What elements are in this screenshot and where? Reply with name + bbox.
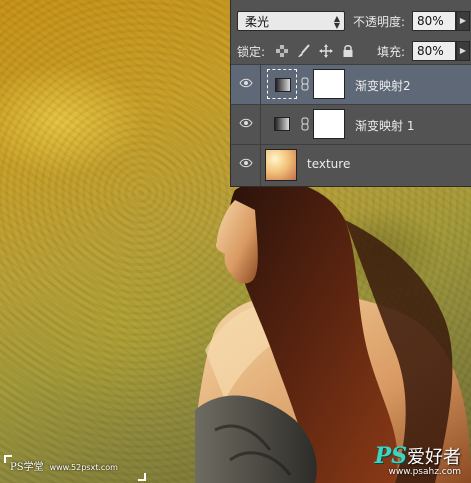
updown-arrow-icon: ▲ ▼ bbox=[333, 14, 340, 30]
gradient-icon bbox=[275, 78, 291, 92]
layer-row-gradient-map-2[interactable]: 渐变映射2 bbox=[231, 64, 471, 104]
eye-icon bbox=[239, 78, 253, 88]
watermark-left: PS学堂 www.52psxt.com bbox=[10, 458, 118, 473]
layer-name[interactable]: 渐变映射 1 bbox=[355, 117, 414, 134]
visibility-toggle[interactable] bbox=[231, 65, 261, 104]
opacity-dropdown-icon[interactable]: ▶ bbox=[456, 11, 470, 31]
opacity-label: 不透明度: bbox=[353, 15, 406, 29]
watermark-logo: PS bbox=[374, 443, 407, 469]
layer-mask-thumbnail[interactable] bbox=[313, 109, 345, 139]
lock-row: 锁定: 填充: 80% ▶ bbox=[231, 40, 471, 64]
gradient-icon bbox=[274, 117, 290, 131]
mask-link-chain-icon[interactable] bbox=[301, 77, 309, 91]
eye-icon bbox=[239, 158, 253, 168]
watermark-name: 爱好者 bbox=[407, 447, 461, 468]
visibility-toggle[interactable] bbox=[231, 145, 261, 186]
blend-row: 柔光 ▲ ▼ 不透明度: 80% ▶ bbox=[231, 0, 471, 40]
lock-label: 锁定: bbox=[237, 45, 266, 59]
layer-name[interactable]: 渐变映射2 bbox=[355, 77, 411, 94]
lock-transparent-pixels-icon[interactable] bbox=[275, 44, 289, 58]
texture-layer-thumbnail[interactable] bbox=[265, 149, 297, 181]
watermark-right: PS爱好者 www.psahz.com bbox=[375, 443, 461, 477]
opacity-input[interactable]: 80% bbox=[412, 11, 456, 31]
lock-all-padlock-icon[interactable] bbox=[341, 44, 355, 58]
watermark-brand: PS学堂 bbox=[10, 462, 44, 473]
blend-mode-dropdown[interactable]: 柔光 ▲ ▼ bbox=[237, 11, 345, 31]
fill-input[interactable]: 80% bbox=[412, 41, 456, 61]
watermark-site: www.52psxt.com bbox=[49, 463, 118, 472]
layer-mask-thumbnail[interactable] bbox=[313, 69, 345, 99]
watermark-url: www.psahz.com bbox=[388, 467, 461, 477]
layer-row-texture[interactable]: texture bbox=[231, 144, 471, 186]
layer-row-gradient-map-1[interactable]: 渐变映射 1 bbox=[231, 104, 471, 144]
fill-label: 填充: bbox=[377, 45, 406, 59]
watermark-corner bbox=[138, 473, 146, 481]
gradient-map-adjustment-thumbnail[interactable] bbox=[267, 109, 297, 139]
lock-image-pixels-brush-icon[interactable] bbox=[297, 44, 311, 58]
mask-link-chain-icon[interactable] bbox=[301, 117, 309, 131]
eye-icon bbox=[239, 118, 253, 128]
visibility-toggle[interactable] bbox=[231, 105, 261, 144]
woman-figure-image bbox=[195, 180, 471, 483]
fill-dropdown-icon[interactable]: ▶ bbox=[456, 41, 470, 61]
gradient-map-adjustment-thumbnail[interactable] bbox=[267, 69, 297, 99]
blend-mode-value: 柔光 bbox=[245, 15, 270, 29]
lock-position-move-icon[interactable] bbox=[319, 44, 333, 58]
layers-panel: 柔光 ▲ ▼ 不透明度: 80% ▶ 锁定: 填充: 80% ▶ 渐变映射2 渐… bbox=[230, 0, 471, 187]
layer-name[interactable]: texture bbox=[307, 157, 350, 171]
